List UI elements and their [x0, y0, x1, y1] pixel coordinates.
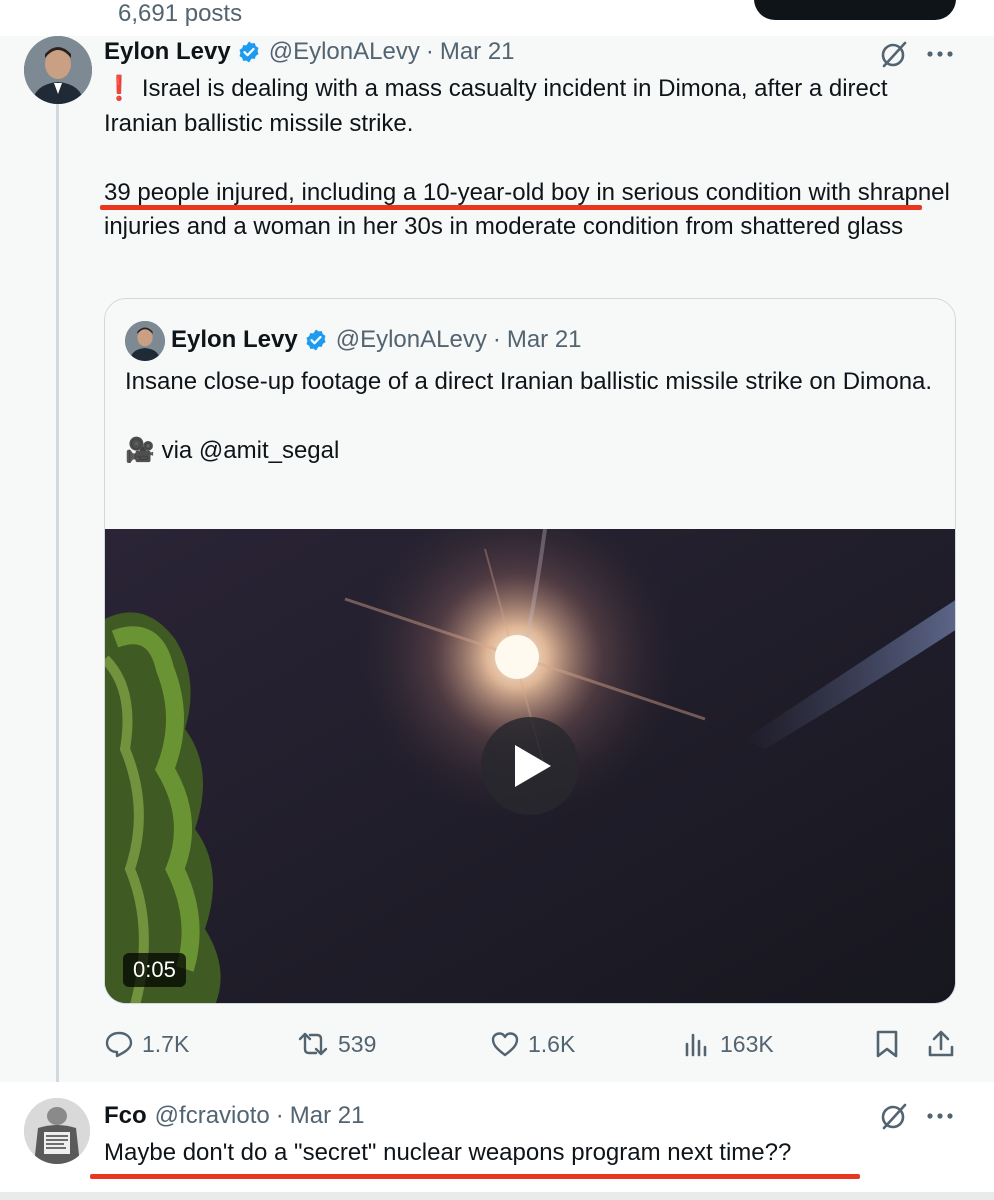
more-icon[interactable] — [924, 1100, 956, 1132]
reply-header: Fco @fcravioto · Mar 21 — [104, 1100, 364, 1132]
quoted-author-name: Eylon Levy — [171, 326, 298, 353]
bookmark-icon — [876, 1030, 898, 1058]
quoted-header: Eylon Levy @EylonALevy · Mar 21 — [171, 323, 582, 357]
play-button[interactable] — [481, 717, 579, 815]
reply-author-name[interactable]: Fco — [104, 1102, 147, 1130]
reply-tweet[interactable]: Fco @fcravioto · Mar 21 Maybe don't do a… — [0, 1082, 994, 1200]
quoted-date: Mar 21 — [506, 326, 582, 353]
video-camera-icon: 🎥 — [125, 437, 155, 464]
repost-count: 539 — [338, 1030, 377, 1057]
video-player[interactable]: 0:05 — [105, 529, 955, 1003]
quoted-author-handle: @EylonALevy — [335, 326, 487, 353]
quoted-line-2: 🎥 via @amit_segal — [125, 437, 340, 464]
author-name[interactable]: Eylon Levy — [104, 38, 231, 66]
verified-badge-icon — [304, 328, 328, 352]
reply-author-handle[interactable]: @fcravioto — [155, 1102, 270, 1130]
reply-icon — [105, 1031, 133, 1058]
repost-button[interactable]: 539 — [296, 1024, 376, 1064]
tweet-text: ❗ Israel is dealing with a mass casualty … — [104, 72, 954, 245]
like-button[interactable]: 1.6K — [490, 1024, 575, 1064]
tweet-header: Eylon Levy @EylonALevy · Mar 21 — [104, 36, 515, 68]
video-duration: 0:05 — [123, 953, 186, 987]
tweet-date[interactable]: Mar 21 — [440, 38, 515, 66]
annotation-underline — [100, 205, 922, 210]
quoted-text: Insane close-up footage of a direct Iran… — [125, 365, 935, 469]
reply-avatar[interactable] — [24, 1098, 90, 1164]
grok-icon[interactable] — [878, 38, 910, 70]
main-tweet[interactable]: Eylon Levy @EylonALevy · Mar 21 ❗ Israel … — [0, 36, 994, 1090]
posts-count: 6,691 posts — [118, 0, 243, 27]
views-button[interactable]: 163K — [682, 1024, 774, 1064]
like-icon — [491, 1032, 519, 1057]
quoted-line-1: Insane close-up footage of a direct Iran… — [125, 368, 933, 395]
reply-button[interactable]: 1.7K — [104, 1024, 189, 1064]
tweet-paragraph-2: 39 people injured, including a 10-year-o… — [104, 178, 950, 241]
reply-date[interactable]: Mar 21 — [290, 1102, 365, 1130]
author-handle[interactable]: @EylonALevy — [269, 38, 420, 66]
views-icon — [685, 1033, 707, 1057]
quoted-tweet[interactable]: Eylon Levy @EylonALevy · Mar 21 Insane c… — [104, 298, 956, 1004]
like-count: 1.6K — [528, 1030, 576, 1057]
bottom-divider — [0, 1192, 994, 1200]
exclamation-icon: ❗ — [104, 75, 134, 102]
views-count: 163K — [720, 1030, 774, 1057]
annotation-underline — [90, 1174, 860, 1179]
tweet-paragraph-1: ❗ Israel is dealing with a mass casualty … — [104, 75, 888, 137]
share-button[interactable] — [926, 1024, 964, 1064]
separator-dot: · — [492, 326, 501, 353]
follow-button[interactable] — [754, 0, 956, 20]
profile-topbar: 6,691 posts — [0, 0, 994, 36]
quoted-avatar — [125, 321, 165, 361]
avatar[interactable] — [24, 36, 92, 104]
separator-dot: · — [425, 38, 434, 65]
separator-dot: · — [275, 1102, 284, 1129]
share-icon — [928, 1030, 954, 1057]
tweet-actions: 1.7K 539 1.6K 163K — [104, 1024, 956, 1064]
more-icon[interactable] — [924, 38, 956, 70]
thread-line — [56, 100, 59, 1090]
reply-count: 1.7K — [142, 1030, 190, 1057]
play-icon — [515, 745, 551, 787]
bookmark-button[interactable] — [874, 1024, 908, 1064]
grok-icon[interactable] — [878, 1100, 910, 1132]
repost-icon — [298, 1032, 328, 1056]
verified-badge-icon — [237, 40, 261, 64]
reply-text: Maybe don't do a "secret" nuclear weapon… — [104, 1139, 792, 1166]
